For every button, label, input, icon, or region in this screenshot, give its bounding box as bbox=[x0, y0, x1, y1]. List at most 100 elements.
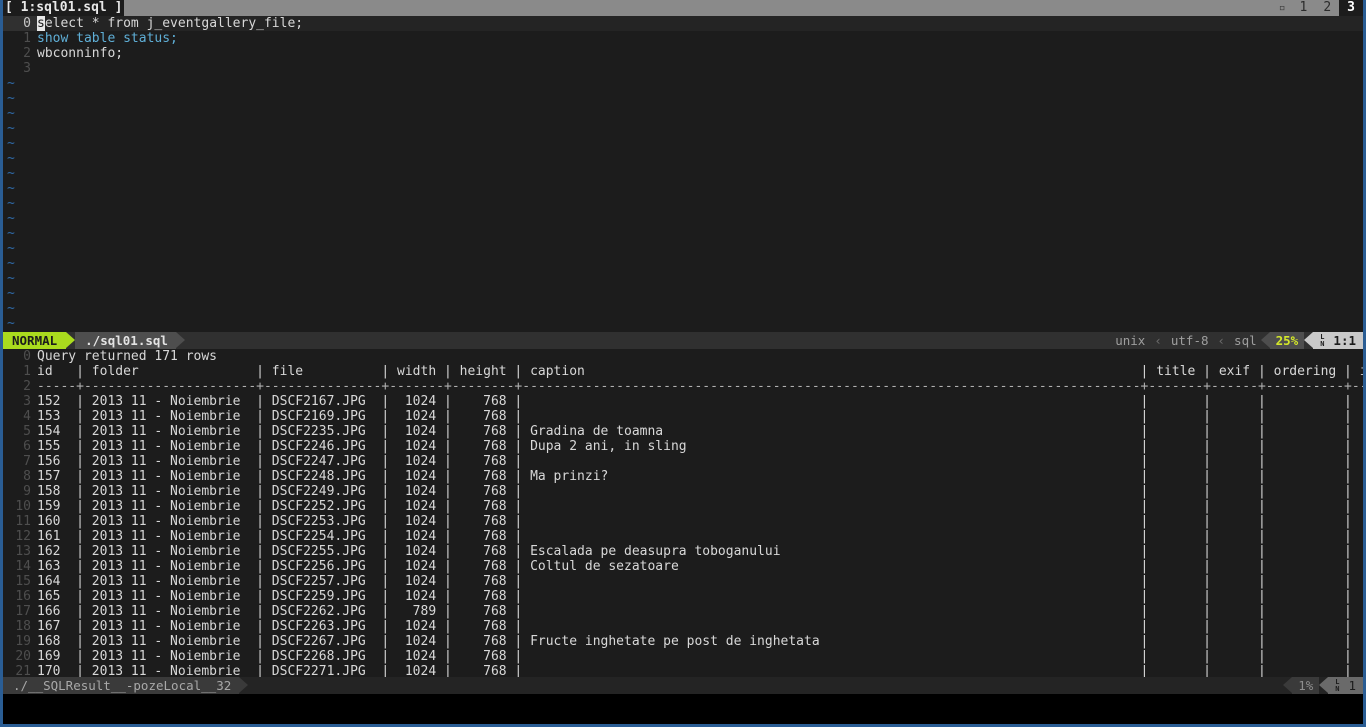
result-line-text: 160 | 2013 11 - Noiembrie | DSCF2253.JPG… bbox=[37, 514, 1363, 529]
sql-result-pane[interactable]: 0 Query returned 171 rows 1 id | folder | f… bbox=[3, 349, 1363, 677]
editor-line[interactable]: 2 wbconninfo; bbox=[3, 46, 1363, 61]
result-line[interactable]: 14 163 | 2013 11 - Noiembrie | DSCF2256.J… bbox=[3, 559, 1363, 574]
editor-line-list: 0 select * from j_eventgallery_file; 1 show… bbox=[3, 16, 1363, 76]
result-line-text: -----+----------------------+-----------… bbox=[37, 379, 1363, 394]
result-status-bar: ./__SQLResult__-pozeLocal__32 1% LN 1 bbox=[3, 677, 1363, 694]
editor-line-number: 2 bbox=[23, 46, 31, 61]
result-line[interactable]: 18 167 | 2013 11 - Noiembrie | DSCF2263.J… bbox=[3, 619, 1363, 634]
file-arrow-separator-icon bbox=[175, 332, 185, 348]
tab-bar-right-group: ▫ 1 2 3 bbox=[1272, 0, 1363, 16]
result-line-text: 157 | 2013 11 - Noiembrie | DSCF2248.JPG… bbox=[37, 469, 1363, 484]
editor-tilde-filler: ~ bbox=[7, 226, 15, 241]
result-line-text: 163 | 2013 11 - Noiembrie | DSCF2256.JPG… bbox=[37, 559, 1363, 574]
result-position-arrow-separator-icon bbox=[1319, 677, 1329, 693]
tab-sql01[interactable]: [ 1:sql01.sql ] bbox=[3, 0, 125, 16]
result-line[interactable]: 11 160 | 2013 11 - Noiembrie | DSCF2253.J… bbox=[3, 514, 1363, 529]
result-line-number: 12 bbox=[15, 529, 31, 544]
editor-tilde-filler: ~ bbox=[7, 241, 15, 256]
result-line-text: Query returned 171 rows bbox=[37, 349, 218, 364]
editor-line-text: wbconninfo; bbox=[37, 46, 124, 61]
result-line-text: 166 | 2013 11 - Noiembrie | DSCF2262.JPG… bbox=[37, 604, 1363, 619]
result-line[interactable]: 8 157 | 2013 11 - Noiembrie | DSCF2248.JP… bbox=[3, 469, 1363, 484]
result-line-number: 1 bbox=[23, 364, 31, 379]
line-number-icon: LN bbox=[1320, 332, 1325, 348]
editor-line[interactable]: 1 show table status; bbox=[3, 31, 1363, 46]
result-line[interactable]: 21 170 | 2013 11 - Noiembrie | DSCF2271.J… bbox=[3, 664, 1363, 677]
separator-icon-1: ‹ bbox=[1154, 333, 1162, 348]
result-scroll-percent: 1% bbox=[1292, 677, 1320, 694]
result-line[interactable]: 19 168 | 2013 11 - Noiembrie | DSCF2267.J… bbox=[3, 634, 1363, 649]
result-line[interactable]: 17 166 | 2013 11 - Noiembrie | DSCF2262.J… bbox=[3, 604, 1363, 619]
result-line-text: 170 | 2013 11 - Noiembrie | DSCF2271.JPG… bbox=[37, 664, 1363, 677]
result-line-text: 164 | 2013 11 - Noiembrie | DSCF2257.JPG… bbox=[37, 574, 1363, 589]
status-cursor-position: LN 1:1 bbox=[1313, 332, 1363, 349]
window-square-icon: ▫ bbox=[1278, 1, 1286, 14]
editor-tilde-filler: ~ bbox=[7, 301, 15, 316]
editor-tilde-filler: ~ bbox=[7, 196, 15, 211]
result-line-number: 14 bbox=[15, 559, 31, 574]
result-line-number: 9 bbox=[23, 484, 31, 499]
status-filetype: sql bbox=[1230, 332, 1261, 349]
editor-empty-lines: ~ ~ ~ ~ ~ ~ ~ ~ ~ ~ ~ ~ ~ ~ ~ ~ ~ bbox=[3, 76, 1363, 331]
result-line[interactable]: 1 id | folder | file | width | height | c… bbox=[3, 364, 1363, 379]
result-line-text: 169 | 2013 11 - Noiembrie | DSCF2268.JPG… bbox=[37, 649, 1363, 664]
editor-line[interactable]: 0 select * from j_eventgallery_file; bbox=[3, 16, 1363, 31]
tab-number-1[interactable]: 1 bbox=[1292, 0, 1316, 16]
tab-number-2[interactable]: 2 bbox=[1315, 0, 1339, 16]
editor-tilde-filler: ~ bbox=[7, 256, 15, 271]
result-line-number: 17 bbox=[15, 604, 31, 619]
sql-editor-pane[interactable]: 0 select * from j_eventgallery_file; 1 show… bbox=[3, 16, 1363, 332]
result-line-number: 18 bbox=[15, 619, 31, 634]
result-line-text: 155 | 2013 11 - Noiembrie | DSCF2246.JPG… bbox=[37, 439, 1363, 454]
editor-tilde-filler: ~ bbox=[7, 271, 15, 286]
editor-line[interactable]: 3 bbox=[3, 61, 1363, 76]
result-line[interactable]: 6 155 | 2013 11 - Noiembrie | DSCF2246.JP… bbox=[3, 439, 1363, 454]
editor-tilde-filler: ~ bbox=[7, 76, 15, 91]
editor-line-text: select * from j_eventgallery_file; bbox=[37, 16, 304, 31]
result-line[interactable]: 5 154 | 2013 11 - Noiembrie | DSCF2235.JP… bbox=[3, 424, 1363, 439]
tab-bar: [ 1:sql01.sql ] ▫ 1 2 3 bbox=[3, 0, 1363, 16]
result-line-number: 5 bbox=[23, 424, 31, 439]
editor-tilde-filler: ~ bbox=[7, 136, 15, 151]
result-line[interactable]: 16 165 | 2013 11 - Noiembrie | DSCF2259.J… bbox=[3, 589, 1363, 604]
result-status-spacer bbox=[248, 677, 1283, 694]
result-cursor-position: LN 1 bbox=[1328, 677, 1363, 694]
result-line-number: 7 bbox=[23, 454, 31, 469]
result-line-text: 154 | 2013 11 - Noiembrie | DSCF2235.JPG… bbox=[37, 424, 1363, 439]
result-line-number: 3 bbox=[23, 394, 31, 409]
result-line-number: 21 bbox=[15, 664, 31, 677]
result-line[interactable]: 13 162 | 2013 11 - Noiembrie | DSCF2255.J… bbox=[3, 544, 1363, 559]
result-line[interactable]: 15 164 | 2013 11 - Noiembrie | DSCF2257.J… bbox=[3, 574, 1363, 589]
position-arrow-separator-icon bbox=[1304, 332, 1314, 348]
result-line[interactable]: 12 161 | 2013 11 - Noiembrie | DSCF2254.J… bbox=[3, 529, 1363, 544]
result-line-text: 161 | 2013 11 - Noiembrie | DSCF2254.JPG… bbox=[37, 529, 1363, 544]
editor-tilde-filler: ~ bbox=[7, 166, 15, 181]
result-line[interactable]: 0 Query returned 171 rows bbox=[3, 349, 1363, 364]
result-line-number: 16 bbox=[15, 589, 31, 604]
result-line[interactable]: 10 159 | 2013 11 - Noiembrie | DSCF2252.J… bbox=[3, 499, 1363, 514]
editor-line-number: 0 bbox=[3, 16, 37, 31]
terminal-window: [ 1:sql01.sql ] ▫ 1 2 3 0 select * from j… bbox=[0, 0, 1366, 727]
result-line-text: 156 | 2013 11 - Noiembrie | DSCF2247.JPG… bbox=[37, 454, 1363, 469]
result-line-text: 167 | 2013 11 - Noiembrie | DSCF2263.JPG… bbox=[37, 619, 1363, 634]
result-line[interactable]: 9 158 | 2013 11 - Noiembrie | DSCF2249.JP… bbox=[3, 484, 1363, 499]
result-line-number: 10 bbox=[15, 499, 31, 514]
result-line[interactable]: 4 153 | 2013 11 - Noiembrie | DSCF2169.JP… bbox=[3, 409, 1363, 424]
result-line-list: 0 Query returned 171 rows 1 id | folder | f… bbox=[3, 349, 1363, 677]
editor-status-bar: NORMAL ./sql01.sql unix ‹ utf-8 ‹ sql 25… bbox=[3, 332, 1363, 349]
separator-icon-2: ‹ bbox=[1217, 333, 1226, 348]
cursor-position-value: 1:1 bbox=[1333, 333, 1356, 348]
result-line[interactable]: 3 152 | 2013 11 - Noiembrie | DSCF2167.JP… bbox=[3, 394, 1363, 409]
result-line-number: 6 bbox=[23, 439, 31, 454]
tab-number-3[interactable]: 3 bbox=[1339, 0, 1363, 16]
result-line-text: 162 | 2013 11 - Noiembrie | DSCF2255.JPG… bbox=[37, 544, 1363, 559]
editor-line-text: show table status; bbox=[37, 31, 178, 46]
result-file-path: ./__SQLResult__-pozeLocal__32 bbox=[3, 677, 240, 694]
result-line[interactable]: 20 169 | 2013 11 - Noiembrie | DSCF2268.J… bbox=[3, 649, 1363, 664]
result-file-arrow-separator-icon bbox=[239, 677, 249, 693]
result-line[interactable]: 7 156 | 2013 11 - Noiembrie | DSCF2247.JP… bbox=[3, 454, 1363, 469]
result-line-number: 19 bbox=[15, 634, 31, 649]
vim-mode-indicator: NORMAL bbox=[3, 332, 67, 349]
result-line[interactable]: 2 -----+----------------------+----------… bbox=[3, 379, 1363, 394]
result-line-number: 13 bbox=[15, 544, 31, 559]
